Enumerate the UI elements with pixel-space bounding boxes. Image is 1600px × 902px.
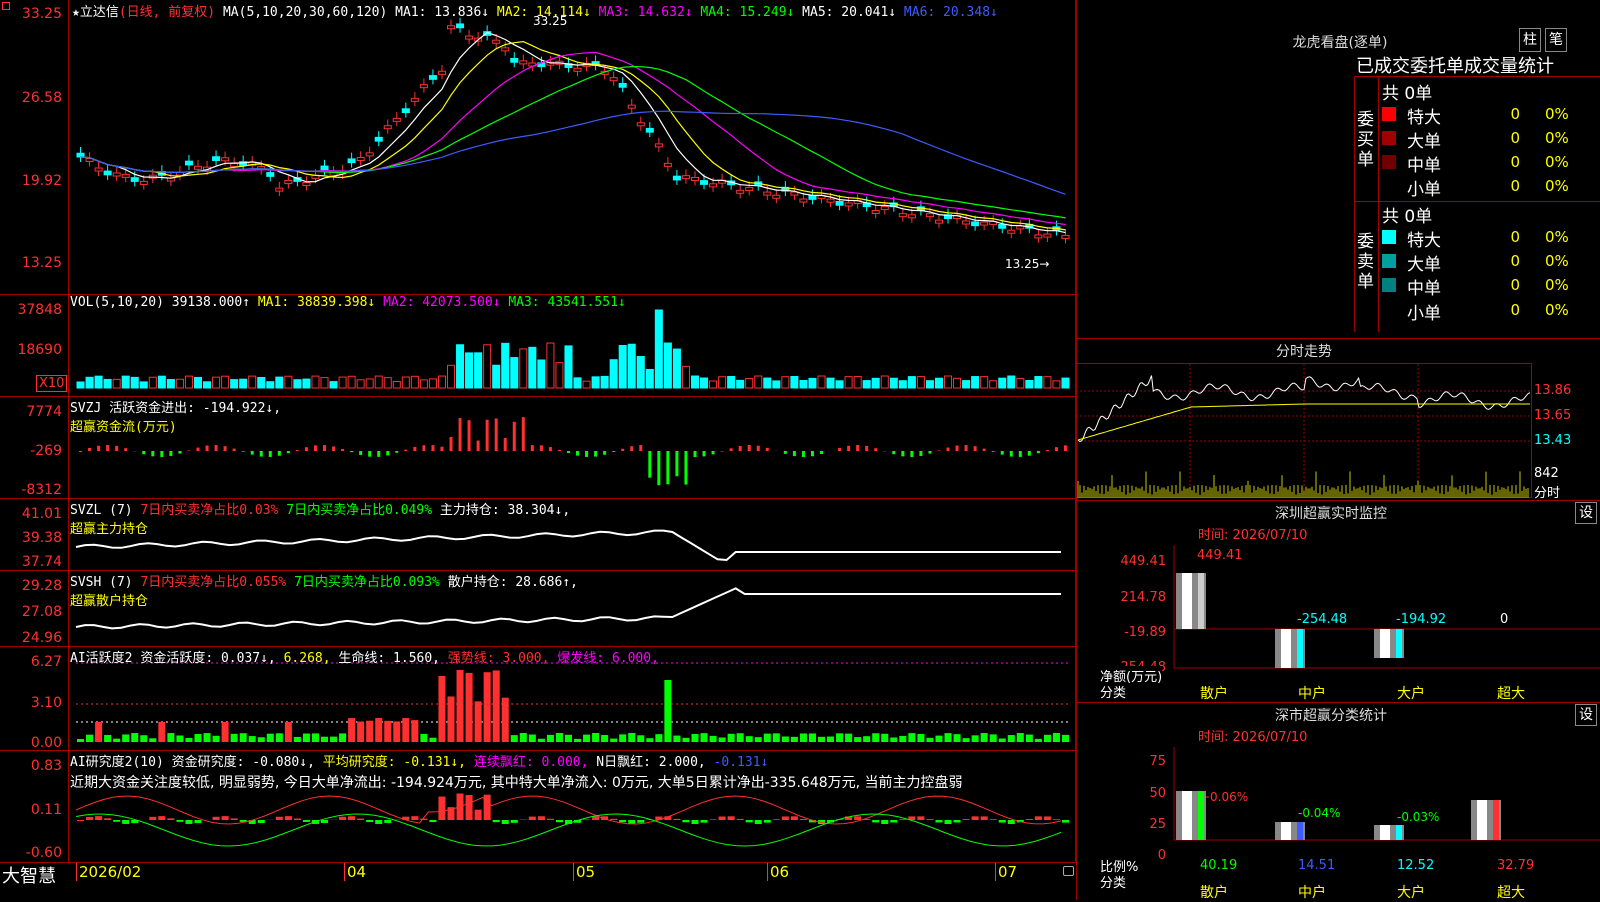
- szmon-bar-retail-edge: [1198, 573, 1204, 629]
- szmon-bar-mid-hl: [1281, 629, 1291, 668]
- szmon-bar-large-hl: [1380, 629, 1390, 658]
- szmon-bar-retail-hl: [1182, 573, 1192, 629]
- szcls-bar-retail-hl: [1182, 791, 1192, 840]
- szcls-bar-large-hl: [1380, 825, 1390, 840]
- szcls-bar-mid-hl: [1281, 822, 1291, 840]
- szcls-bar-xl-edge: [1493, 800, 1499, 840]
- szmon-bar-large-edge: [1396, 629, 1402, 658]
- szcls-bar-mid-edge: [1297, 822, 1303, 840]
- szcls-bar-xl-hl: [1477, 800, 1487, 840]
- szcls-bar-retail-edge: [1198, 791, 1204, 840]
- szmon-bar-mid-edge: [1297, 629, 1303, 668]
- right-bar-canvas: [0, 0, 1600, 900]
- szcls-bar-large-edge: [1396, 825, 1402, 840]
